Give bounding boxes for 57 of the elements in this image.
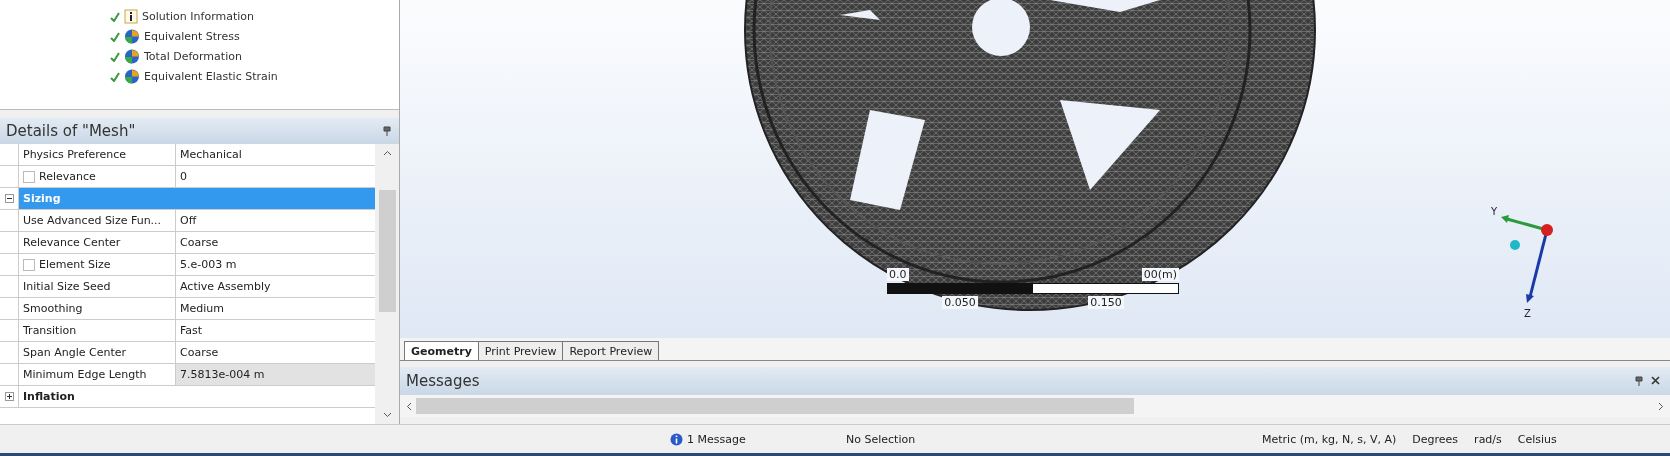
pin-icon[interactable] [383,126,391,136]
expand-icon[interactable] [4,392,14,401]
tree-item[interactable]: Total Deformation [110,48,399,65]
property-name: Initial Size Seed [18,276,176,297]
info-document-icon [124,9,138,24]
property-value[interactable]: Coarse [176,232,375,253]
property-value[interactable]: Mechanical [176,144,375,165]
result-contour-icon [124,69,140,84]
scale-label: 0.0 [887,268,909,281]
axis-label: Z [1524,308,1531,319]
panel-title: Details of "Mesh" [6,122,136,140]
tree-item[interactable]: Solution Information [110,8,399,25]
scale-label: 0.050 [942,296,978,309]
scrollbar-thumb[interactable] [416,398,1135,414]
graphics-viewport[interactable]: 0.0 00(m) 0.050 0.150 Y Z [400,0,1670,338]
property-name: Span Angle Center [18,342,176,363]
result-contour-icon [124,49,140,64]
property-name: Transition [18,320,176,341]
pin-icon[interactable] [1635,376,1643,386]
property-value[interactable]: 0 [176,166,375,187]
property-value[interactable]: Active Assembly [176,276,375,297]
view-tab[interactable]: Geometry [404,341,479,360]
scale-label: 00(m) [1141,268,1179,281]
view-tab[interactable]: Print Preview [477,341,564,360]
tree-item[interactable]: Equivalent Stress [110,28,399,45]
collapse-icon[interactable] [4,194,14,203]
scrollbar-thumb[interactable] [378,190,396,312]
property-name: Physics Preference [18,144,176,165]
checkbox[interactable] [23,170,35,183]
info-icon [670,432,683,446]
unit-setting[interactable]: Metric (m, kg, N, s, V, A) [1254,432,1405,446]
scroll-right-icon[interactable] [1658,401,1664,411]
property-value[interactable]: Fast [176,320,375,341]
unit-setting[interactable]: Celsius [1509,432,1565,446]
property-value[interactable]: Medium [176,298,375,319]
tree-item[interactable]: Equivalent Elastic Strain [110,68,399,85]
property-name: Smoothing [18,298,176,319]
property-name: Use Advanced Size Fun... [18,210,176,231]
property-name: Relevance Center [18,232,176,253]
unit-setting[interactable]: Degrees [1404,432,1467,446]
message-count[interactable]: 1 Message [687,432,746,446]
checkbox[interactable] [23,258,35,271]
property-name: Element Size [39,258,111,271]
result-contour-icon [124,29,140,44]
unit-setting[interactable]: rad/s [1466,432,1510,446]
property-value[interactable]: 5.e-003 m [176,254,375,275]
property-value[interactable]: Coarse [176,342,375,363]
selection-status: No Selection [845,432,917,446]
scroll-left-icon[interactable] [406,401,412,411]
scale-label: 0.150 [1088,296,1124,309]
property-value: 7.5813e-004 m [176,364,375,385]
property-value[interactable]: Off [176,210,375,231]
axis-label: Y [1491,206,1498,217]
property-name: Relevance [39,170,96,183]
close-icon[interactable] [1651,376,1660,385]
view-tab[interactable]: Report Preview [562,341,660,360]
panel-title: Messages [406,372,480,390]
